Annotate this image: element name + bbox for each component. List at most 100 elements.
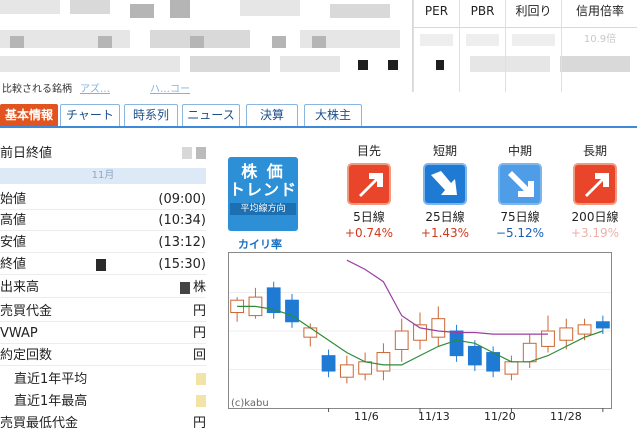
redacted-block [10,36,24,48]
candle-body [431,318,446,338]
tab-time-series[interactable]: 時系列 [124,104,178,126]
tab-news[interactable]: ニュース [182,104,240,126]
redacted-block [330,4,390,18]
price-chart[interactable]: (c)kabu 11/6 11/13 11/20 11/28 [228,252,612,428]
per-value [420,34,453,46]
trend-column-short: 短期 25日線 +1.43% [410,143,480,249]
trend-deviation: +3.19% [570,226,620,240]
margin-ratio-header: 信用倍率 [562,0,637,28]
avg-1y-row: 直近1年平均 [0,370,206,390]
volume-row: 出来高 株 [0,278,206,298]
yield-column: 利回り [505,0,561,92]
candle-body [522,342,537,363]
trend-badge-subtitle: 平均線方向 [230,203,296,215]
trend-term: 目先 [356,144,381,158]
low-time: (13:12) [158,235,206,250]
redacted-block [98,36,112,48]
trend-ma-label: 75日線 [500,210,540,224]
redacted-block [280,56,340,72]
redacted-block [312,36,326,48]
trend-column-mid: 中期 75日線 −5.12% [485,143,555,249]
tab-basic-info[interactable]: 基本情報 [0,104,58,126]
trades-unit: 回 [192,348,206,363]
tab-earnings[interactable]: 決算 [246,104,298,126]
max-1y-row: 直近1年最高 [0,392,206,412]
high-label: 高値 [0,213,27,228]
redacted-block [170,0,190,18]
right-edge-strip [614,252,637,433]
deviation-rate-label: カイリ率 [238,238,282,251]
high-row: 高値 (10:34) [0,211,206,231]
trend-ma-label: 5日線 [353,210,385,224]
avg-1y-label: 直近1年平均 [14,372,88,387]
trend-badge-line2: トレンド [228,180,297,199]
candle-body [577,324,592,335]
x-tick-label: 11/6 [354,410,379,423]
candlestick-chart [228,252,612,412]
related-stocks-label: 比較される銘柄 [2,84,72,95]
max-1y-value [196,392,206,412]
turnover-row: 売買代金 円 [0,302,206,322]
candle-body [321,355,336,372]
close-time: (15:30) [158,257,206,272]
high-time: (10:34) [158,213,206,228]
min-trade-label: 売買最低代金 [0,416,79,431]
trades-row: 約定回数 回 [0,346,206,366]
close-label: 終値 [0,257,27,272]
stock-header: PER PBR 利回り 信用倍率 10.9倍 比較される銘柄 アズ… ハ…コー [0,0,637,104]
min-trade-row: 売買最低代金 円 [0,414,206,433]
candle-body [413,324,427,341]
redacted-block [358,60,368,70]
redacted-block [388,60,398,70]
trend-column-immediate: 目先 5日線 +0.74% [334,143,404,249]
redacted-block [190,56,270,72]
candle-body [559,327,574,341]
x-tick-label: 11/28 [550,410,582,423]
candle-body [467,345,482,366]
margin-ratio-value: 10.9倍 [583,34,617,45]
pbr-value [466,34,499,46]
close-row: 終値 (15:30) [0,255,206,275]
low-row: 安値 (13:12) [0,233,206,253]
vwap-unit: 円 [192,326,206,341]
stock-trend-badge: 株 価 トレンド 平均線方向 [228,157,298,231]
vwap-label: VWAP [0,326,38,341]
yield-value [512,34,555,46]
up-arrow-icon [347,163,391,205]
related-stock-link[interactable]: アズ… [80,80,110,95]
prev-close-value [181,144,206,164]
chart-credit: (c)kabu [231,398,269,409]
redacted-block [130,4,154,18]
per-column: PER [413,0,459,92]
candle-body [394,330,409,350]
down-arrow-icon [498,163,542,205]
trend-term: 短期 [432,144,457,158]
tab-major-shareholders[interactable]: 大株主 [304,104,362,126]
tab-chart[interactable]: チャート [60,104,120,126]
candle-body [303,327,318,338]
volume-unit: 株 [192,280,206,295]
x-tick-label: 11/20 [484,410,516,423]
avg-1y-value [196,370,206,390]
trend-ma-label: 200日線 [571,210,619,224]
trades-label: 約定回数 [0,348,53,363]
pbr-header: PBR [460,0,505,28]
per-header: PER [414,0,459,28]
down-arrow-icon [423,163,467,205]
trend-badge-line1: 株 価 [241,162,285,181]
candle-body [339,364,354,378]
related-stock-link[interactable]: ハ…コー [150,80,190,95]
prev-close-row: 前日終値 [0,144,206,164]
pbr-column: PBR [459,0,505,92]
redacted-block [190,36,204,48]
yield-header: 利回り [506,0,561,28]
candle-body [504,361,519,375]
margin-ratio-column: 信用倍率 10.9倍 [561,0,637,92]
trend-deviation: +0.74% [344,226,394,240]
redacted-block [96,259,106,271]
trend-ma-label: 25日線 [425,210,465,224]
min-trade-unit: 円 [192,416,206,431]
price-date-bar: 11月 [0,168,206,184]
up-arrow-icon [573,163,617,205]
x-tick-label: 11/13 [418,410,450,423]
